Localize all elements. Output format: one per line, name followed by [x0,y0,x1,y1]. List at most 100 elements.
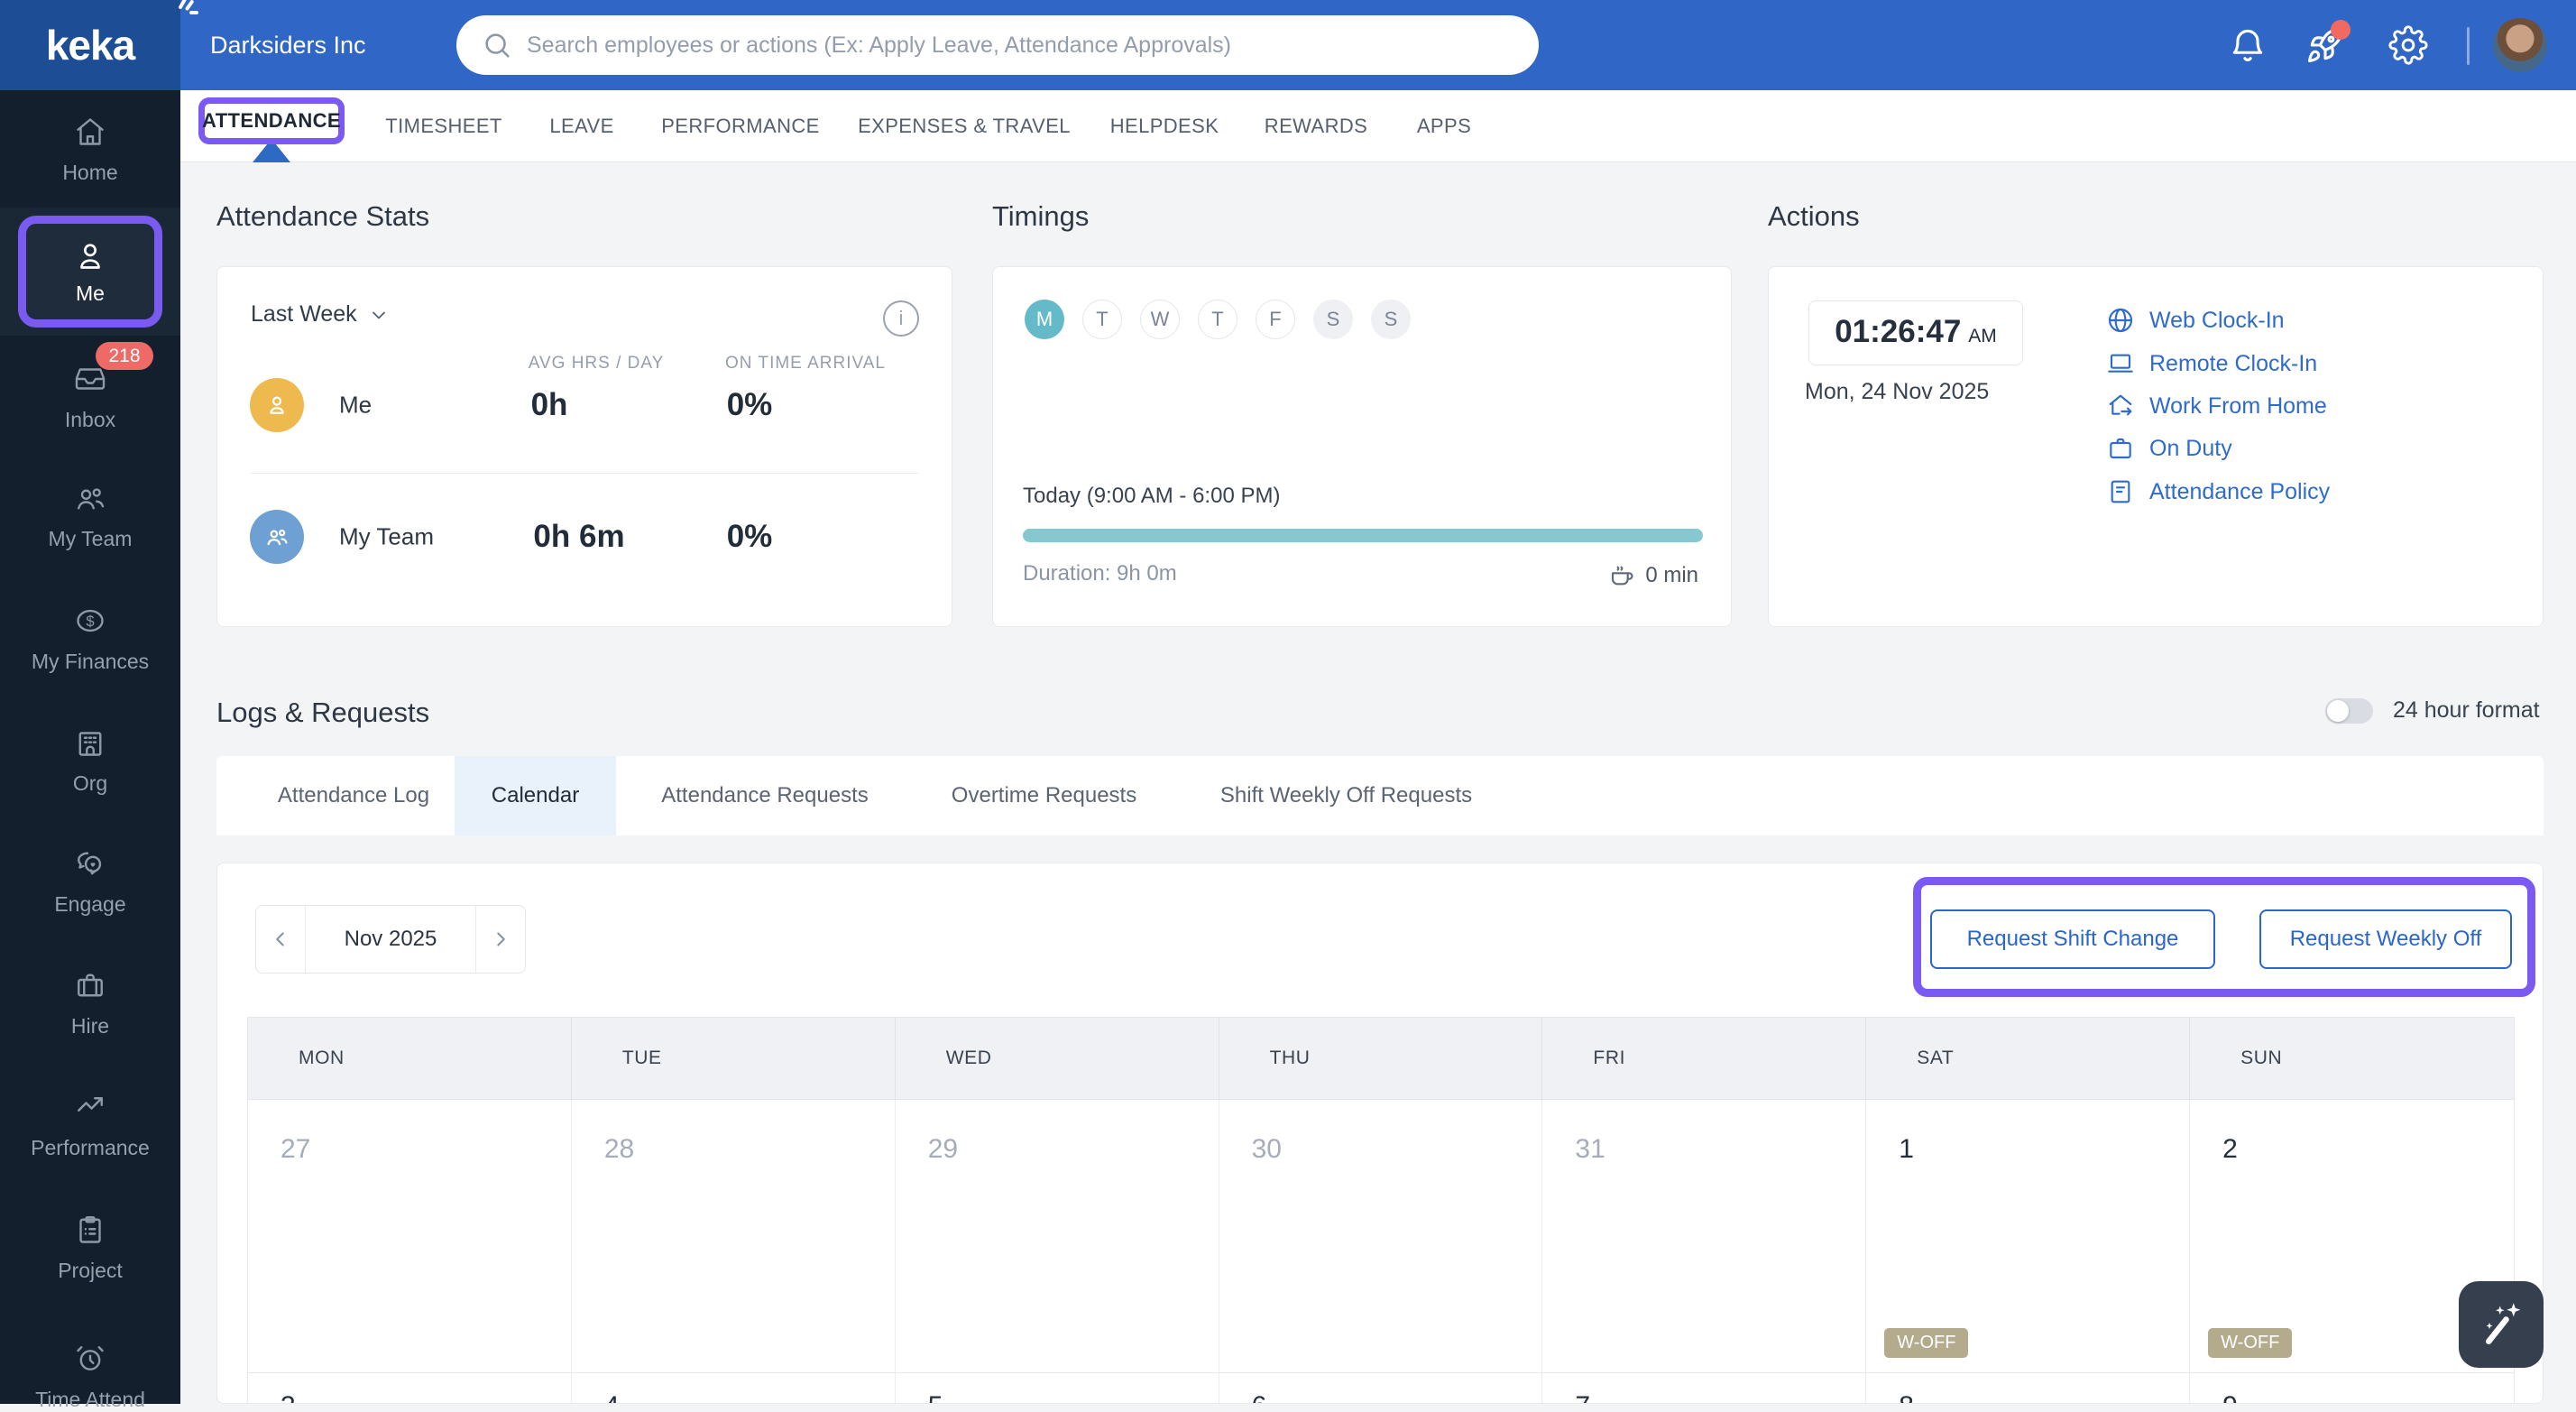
user-avatar[interactable] [2493,18,2547,72]
on-duty-link[interactable]: On Duty [2106,434,2232,463]
work-from-home-icon [2109,394,2132,416]
sidebar-item-inbox[interactable]: Inbox [0,363,180,432]
date-number: 7 [1575,1391,1590,1403]
actions-title: Actions [1768,200,1860,232]
action-link-label: Remote Clock-In [2149,350,2318,376]
day-circle-fri[interactable]: F [1256,300,1295,339]
tab-leave[interactable]: LEAVE [549,90,613,162]
tab-attendance-requests[interactable]: Attendance Requests [616,756,914,835]
row-divider [251,473,918,474]
sidebar-item-me[interactable]: Me [18,216,162,328]
date-number: 30 [1251,1134,1282,1164]
day-circle-wed[interactable]: W [1140,300,1180,339]
topbar: keka Darksiders Inc [0,0,2576,90]
day-circle-thu[interactable]: T [1198,300,1237,339]
info-icon[interactable]: i [883,300,919,337]
shift-duration: Duration: 9h 0m [1023,561,1177,586]
period-label: Last Week [251,301,357,327]
tab-rewards[interactable]: REWARDS [1265,90,1367,162]
tab-expenses-travel[interactable]: EXPENSES & TRAVEL [858,90,1071,162]
current-month-label: Nov 2025 [344,927,437,951]
date-number: 3 [281,1391,296,1403]
day-circle-sat[interactable]: S [1313,300,1353,339]
day-circle-sun[interactable]: S [1371,300,1411,339]
keka-logo-text: keka [45,22,135,69]
day-circle-mon[interactable]: M [1025,300,1064,339]
tab-timesheet[interactable]: TIMESHEET [385,90,502,162]
time-attend-icon [77,1346,104,1370]
sidebar-item-label: My Finances [31,650,150,673]
calendar-cell[interactable]: 28 [571,1100,896,1373]
tab-attendance-log[interactable]: Attendance Log [253,756,455,835]
gear-icon[interactable] [2388,25,2428,65]
attendance-policy-link[interactable]: Attendance Policy [2106,477,2330,506]
date-number: 8 [1899,1391,1914,1403]
sidebar-item-me-band: Me [0,208,180,336]
calendar-cell[interactable]: 7 [1542,1373,1867,1403]
shift-progress-bar [1023,529,1703,542]
sidebar-item-engage[interactable]: Engage [0,847,180,917]
sidebar-item-label: Time Attend [35,1388,145,1411]
sidebar-item-home[interactable]: Home [0,115,180,185]
calendar-cell[interactable]: 30 [1219,1100,1543,1373]
sidebar-item-performance[interactable]: Performance [0,1091,180,1160]
web-clock-in-link[interactable]: Web Clock-In [2106,306,2285,335]
calendar-cell[interactable]: 9 [2190,1373,2514,1403]
ai-assistant-button[interactable] [2459,1281,2544,1368]
calendar-cell[interactable]: 4 [571,1373,896,1403]
weekly-off-badge: W-OFF [2208,1328,2293,1358]
calendar-cell[interactable]: 3 [248,1373,572,1403]
day-circle-tue[interactable]: T [1082,300,1122,339]
logs-tab-bar: Attendance Log Calendar Attendance Reque… [216,756,2544,835]
calendar-cell[interactable]: 27 [248,1100,572,1373]
calendar-cell[interactable]: 6 [1219,1373,1543,1403]
sidebar-item-project[interactable]: Project [0,1214,180,1283]
tab-calendar[interactable]: Calendar [455,756,616,835]
search-input[interactable] [527,32,1524,59]
chevron-right-icon [497,932,505,946]
tab-attendance[interactable]: ATTENDANCE [202,109,341,133]
calendar-cell[interactable]: 29 [895,1100,1219,1373]
24-hour-toggle[interactable] [2325,697,2373,724]
chevron-left-icon [276,932,284,946]
timings-card: M T W T F S S Today (9:00 AM - 6:00 PM) … [992,266,1732,627]
calendar-cell[interactable]: 5 [895,1373,1219,1403]
sidebar-item-my-finances[interactable]: $ My Finances [0,604,180,674]
bell-icon[interactable] [2228,25,2268,65]
calendar-cell[interactable]: 31 [1542,1100,1867,1373]
clock-meridiem: AM [1968,326,1997,346]
row-label: Me [339,391,373,419]
sidebar-item-label: Me [76,281,105,305]
tab-shift-weekly-off-requests[interactable]: Shift Weekly Off Requests [1174,756,1518,835]
module-tabs: ATTENDANCE TIMESHEET LEAVE PERFORMANCE E… [180,90,2576,162]
calendar-cell[interactable]: 1 W-OFF [1866,1100,2191,1373]
global-search[interactable] [456,15,1539,75]
clock-time: 01:26:47 [1835,314,1962,349]
tab-helpdesk[interactable]: HELPDESK [1110,90,1219,162]
sidebar-item-org[interactable]: Org [0,726,180,796]
next-month-button[interactable] [475,906,525,973]
sidebar-item-my-team[interactable]: My Team [0,482,180,551]
inbox-count-badge: 218 [96,342,153,370]
calendar-cell[interactable]: 8 [1866,1373,2191,1403]
tab-performance[interactable]: PERFORMANCE [661,90,820,162]
calendar-week-2: 3 4 5 6 7 8 9 [248,1373,2514,1403]
briefcase-icon [2110,438,2131,459]
prev-month-button[interactable] [256,906,306,973]
sidebar-item-time-attend[interactable]: Time Attend [0,1343,180,1412]
org-icon [78,732,102,756]
work-from-home-link[interactable]: Work From Home [2106,392,2327,420]
keka-logo[interactable]: keka [0,0,198,90]
tab-overtime-requests[interactable]: Overtime Requests [914,756,1174,835]
remote-clock-in-link[interactable]: Remote Clock-In [2106,349,2317,378]
date-number: 1 [1899,1134,1914,1164]
break-time: 0 min [1607,561,1698,590]
period-selector[interactable]: Last Week [251,301,390,328]
attendance-stats-card: Last Week i AVG HRS / DAY ON TIME ARRIVA… [216,266,952,627]
request-shift-change-button[interactable]: Request Shift Change [1930,909,2215,969]
stats-row-me: Me 0h 0% [217,378,952,432]
sidebar-item-hire[interactable]: Hire [0,969,180,1038]
tab-apps[interactable]: APPS [1417,90,1471,162]
rocket-icon[interactable] [2305,20,2351,65]
request-weekly-off-button[interactable]: Request Weekly Off [2259,909,2512,969]
